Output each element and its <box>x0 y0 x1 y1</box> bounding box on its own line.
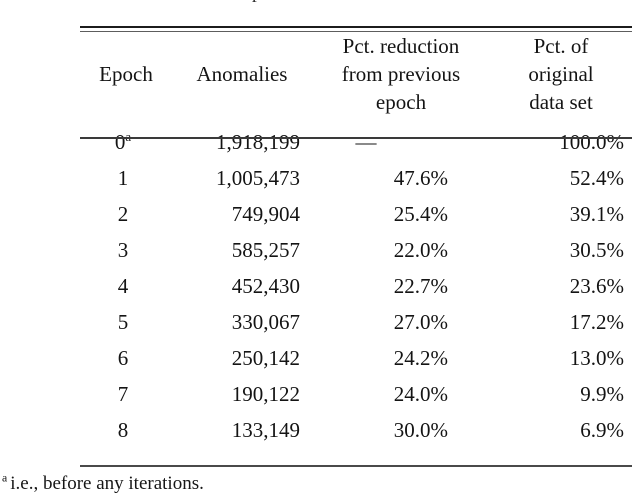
table-row: 1 1,005,473 47.6% 52.4% <box>80 160 632 196</box>
anomalies-per-epoch-table: Pct. reduction Pct. of Epoch Anomalies f… <box>80 26 632 448</box>
cell-reduction: 25.4% <box>393 201 448 226</box>
cell-anomalies: 190,122 <box>231 381 300 406</box>
header-reduction-line1: Pct. reduction <box>342 33 460 58</box>
header-row-line1: Pct. reduction Pct. of <box>80 32 632 60</box>
header-reduction-line3: epoch <box>375 89 427 114</box>
header-anomalies-line2: Anomalies <box>196 61 288 86</box>
cell-pct-of-original: 17.2% <box>569 309 624 334</box>
header-original-line1: Pct. of <box>533 33 589 58</box>
header-bottom-spacer <box>80 116 632 124</box>
table-row: 3 585,257 22.0% 30.5% <box>80 232 632 268</box>
cell-anomalies: 1,005,473 <box>216 165 300 190</box>
table-footnote: a i.e., before any iterations. <box>2 471 204 497</box>
header-anomalies-line3 <box>172 88 312 116</box>
table-row: 0a 1,918,199 — 100.0% <box>80 124 632 160</box>
table-row: 4 452,430 22.7% 23.6% <box>80 268 632 304</box>
footnote-marker: a <box>2 471 8 485</box>
header-original-line3: data set <box>529 89 593 114</box>
cell-reduction: 24.2% <box>393 345 448 370</box>
cell-anomalies: 452,430 <box>231 273 300 298</box>
cell-reduction-none: — <box>355 129 377 154</box>
cell-reduction: 22.7% <box>393 273 448 298</box>
header-row-line3: epoch data set <box>80 88 632 116</box>
cell-pct-of-original: 52.4% <box>569 165 624 190</box>
cell-epoch: 0a <box>114 128 132 154</box>
cell-anomalies: 1,918,199 <box>216 129 300 154</box>
table-row: 8 133,149 30.0% 6.9% <box>80 412 632 448</box>
table-mid-rule <box>80 137 632 139</box>
cell-pct-of-original: 13.0% <box>569 345 624 370</box>
cell-pct-of-original: 30.5% <box>569 237 624 262</box>
cell-anomalies: 250,142 <box>231 345 300 370</box>
header-row-line2: Epoch Anomalies from previous original <box>80 60 632 88</box>
cell-epoch: 2 <box>117 201 129 226</box>
cell-epoch: 6 <box>117 345 129 370</box>
cell-pct-of-original: 6.9% <box>580 417 624 442</box>
cell-epoch: 1 <box>117 165 129 190</box>
header-spacer-cell <box>80 116 632 124</box>
cell-pct-of-original: 9.9% <box>580 381 624 406</box>
cell-anomalies: 133,149 <box>231 417 300 442</box>
cell-reduction: 22.0% <box>393 237 448 262</box>
table-header: Pct. reduction Pct. of Epoch Anomalies f… <box>80 32 632 124</box>
table-body: 0a 1,918,199—100.0% 1 1,005,473 47.6% 52.4% 2 7… <box>80 124 632 448</box>
header-anomalies-line1 <box>172 32 312 60</box>
table-row: 7 190,122 24.0% 9.9% <box>80 376 632 412</box>
header-reduction-line2: from previous <box>341 61 461 86</box>
footnote-text: i.e., before any iterations. <box>10 473 204 494</box>
cell-reduction: 47.6% <box>393 165 448 190</box>
table-row: 2 749,904 25.4% 39.1% <box>80 196 632 232</box>
cell-reduction: 24.0% <box>393 381 448 406</box>
table-row: 6 250,142 24.2% 13.0% <box>80 340 632 376</box>
header-epoch-line2: Epoch <box>99 61 153 86</box>
cell-pct-of-original: 100.0% <box>559 129 624 154</box>
cell-epoch: 4 <box>117 273 129 298</box>
caption-descender-fragment: p <box>252 0 262 2</box>
table-top-rule-outer <box>80 26 632 28</box>
table-row: 5 330,067 27.0% 17.2% <box>80 304 632 340</box>
cell-epoch: 7 <box>117 381 129 406</box>
cell-epoch: 5 <box>117 309 129 334</box>
cell-epoch: 8 <box>117 417 129 442</box>
cell-pct-of-original: 23.6% <box>569 273 624 298</box>
cell-anomalies: 585,257 <box>231 237 300 262</box>
cell-anomalies: 330,067 <box>231 309 300 334</box>
cell-reduction: 27.0% <box>393 309 448 334</box>
cell-reduction: 30.0% <box>393 417 448 442</box>
epoch-footnote-marker: a <box>125 128 132 144</box>
cell-epoch: 3 <box>117 237 129 262</box>
table-bottom-rule <box>80 465 632 467</box>
table: Pct. reduction Pct. of Epoch Anomalies f… <box>80 32 632 448</box>
cell-anomalies: 749,904 <box>231 201 300 226</box>
header-epoch-line1 <box>80 32 172 60</box>
cell-pct-of-original: 39.1% <box>569 201 624 226</box>
header-original-line2: original <box>528 61 594 86</box>
header-epoch-line3 <box>80 88 172 116</box>
